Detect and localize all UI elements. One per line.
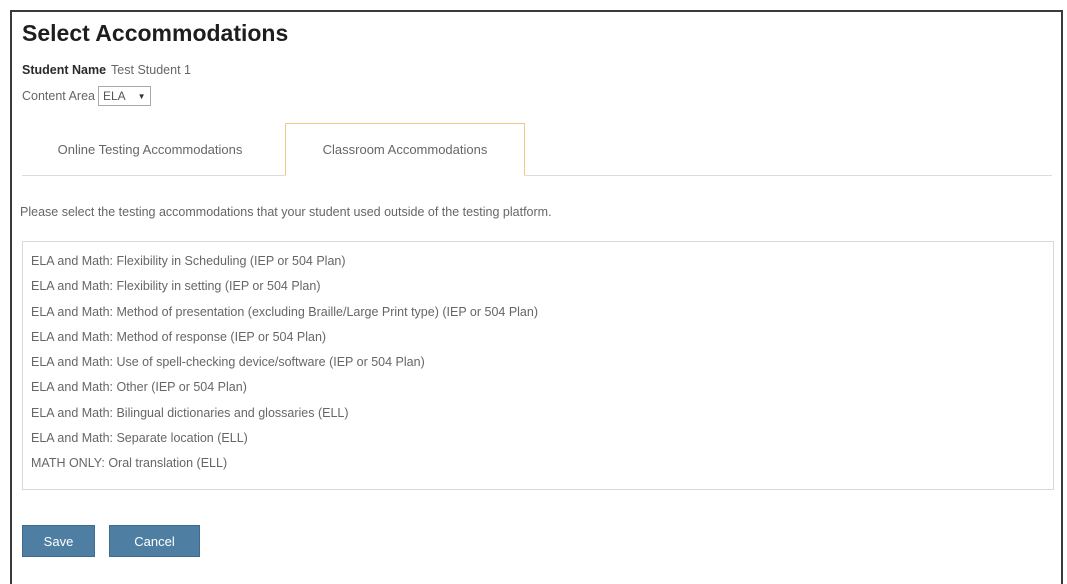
student-name-value: Test Student 1 <box>111 63 191 77</box>
accommodation-tabs: Online Testing Accommodations Classroom … <box>22 123 1052 176</box>
accommodations-list: ELA and Math: Flexibility in Scheduling … <box>22 241 1054 490</box>
list-item[interactable]: ELA and Math: Separate location (ELL) <box>31 426 1053 451</box>
list-item[interactable]: ELA and Math: Method of presentation (ex… <box>31 300 1053 325</box>
instructions-text: Please select the testing accommodations… <box>20 205 552 219</box>
save-button[interactable]: Save <box>22 525 95 557</box>
content-area-row: Content Area ELA ▼ <box>22 86 151 106</box>
cancel-button[interactable]: Cancel <box>109 525 200 557</box>
content-area-label: Content Area <box>22 89 95 103</box>
student-name-label: Student Name <box>22 63 107 77</box>
content-area-select[interactable]: ELA ▼ <box>97 86 151 106</box>
list-item[interactable]: ELA and Math: Flexibility in setting (IE… <box>31 274 1053 299</box>
page-title: Select Accommodations <box>22 20 289 46</box>
list-item[interactable]: MATH ONLY: Oral translation (ELL) <box>31 451 1053 476</box>
content-area-selected: ELA <box>102 89 126 103</box>
caret-down-icon: ▼ <box>137 91 146 101</box>
list-item[interactable]: ELA and Math: Flexibility in Scheduling … <box>31 249 1053 274</box>
student-name-row: Student Name Test Student 1 <box>22 63 191 77</box>
list-item[interactable]: ELA and Math: Bilingual dictionaries and… <box>31 401 1053 426</box>
list-item[interactable]: ELA and Math: Method of response (IEP or… <box>31 325 1053 350</box>
tab-classroom-accommodations[interactable]: Classroom Accommodations <box>285 123 525 176</box>
list-item[interactable]: ELA and Math: Use of spell-checking devi… <box>31 350 1053 375</box>
list-item[interactable]: ELA and Math: Other (IEP or 504 Plan) <box>31 375 1053 400</box>
tab-online-testing-accommodations[interactable]: Online Testing Accommodations <box>22 123 278 175</box>
